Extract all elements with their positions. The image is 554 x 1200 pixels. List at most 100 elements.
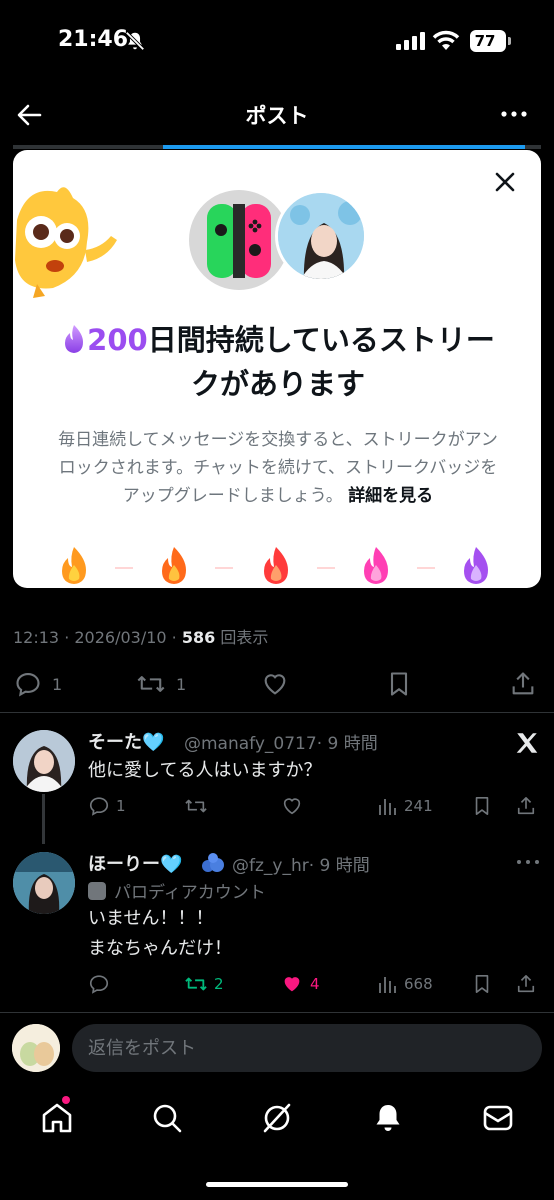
streak-count: 200: [87, 323, 148, 357]
heart-icon: [283, 798, 301, 815]
grok-icon[interactable]: [257, 1098, 297, 1138]
divider: [0, 712, 554, 713]
share-icon: [517, 797, 535, 815]
notifications-bell-icon[interactable]: [368, 1098, 408, 1138]
share-icon: [517, 975, 535, 993]
flame-icon: [364, 547, 388, 584]
mask-icon: [88, 882, 106, 900]
bell-slash-icon: [125, 31, 145, 51]
reply-button[interactable]: 1: [88, 788, 126, 824]
flame-icon: [464, 547, 488, 584]
heart-filled-icon: [284, 977, 300, 992]
reply-button[interactable]: 1: [14, 666, 62, 702]
like-button[interactable]: 4: [280, 966, 320, 1002]
status-time: 21:46: [58, 27, 129, 52]
thread-connector: [42, 794, 45, 844]
repost-count: 2: [214, 975, 224, 993]
flame-divider: [215, 567, 233, 569]
repost-button[interactable]: [184, 788, 208, 824]
flame-icon: [264, 547, 288, 584]
battery-cap: [508, 37, 511, 45]
share-icon: [512, 672, 534, 695]
battery-level: 77: [474, 32, 496, 50]
flame-icon: [65, 325, 84, 353]
streak-headline: 200日間持続しているストリークがあります: [53, 318, 503, 406]
reply-count: 1: [116, 797, 126, 815]
reply-handle: @fz_y_hr: [232, 856, 309, 876]
repost-count: 1: [176, 674, 187, 694]
reply-author-name[interactable]: そーた🩵: [88, 728, 164, 754]
wifi-icon: [432, 30, 460, 50]
share-button[interactable]: [510, 666, 536, 702]
reply-time: · 9 時間: [316, 734, 378, 754]
streak-card-image[interactable]: 200日間持続しているストリークがあります 毎日連続してメッセージを交換すると、…: [13, 150, 541, 588]
avatar[interactable]: [12, 1024, 60, 1072]
status-bar: 21:46 77: [0, 0, 554, 80]
reply-time: · 9 時間: [308, 856, 370, 876]
streak-headline-text: 日間持続しているストリークがあります: [147, 323, 495, 401]
streak-description: 毎日連続してメッセージを交換すると、ストリークがアンロックされます。チャットを続…: [53, 426, 503, 510]
repost-icon: [137, 676, 165, 692]
repost-icon: [185, 977, 207, 991]
like-button[interactable]: [260, 666, 290, 702]
like-count: 4: [310, 975, 320, 993]
bookmark-button[interactable]: [386, 666, 412, 702]
reply-composer: [0, 1018, 554, 1078]
repost-button[interactable]: 2: [184, 966, 224, 1002]
bottom-tab-bar: [0, 1090, 554, 1150]
home-indicator: [206, 1182, 348, 1187]
post-metadata: 12:13 · 2026/03/10 · 586 回表示: [13, 628, 269, 647]
streak-level-flames: [53, 545, 503, 585]
close-icon[interactable]: [493, 170, 517, 194]
detail-link[interactable]: 詳細を見る: [348, 486, 433, 506]
bookmark-icon: [475, 797, 489, 816]
reply-handle: @manafy_0717: [184, 734, 317, 754]
reply-author-handle: @fz_y_hr· 9 時間: [232, 851, 370, 876]
view-label: 回表示: [220, 628, 269, 647]
home-icon[interactable]: [37, 1098, 77, 1138]
avatar-switch-controllers: [189, 190, 289, 290]
search-icon[interactable]: [147, 1098, 187, 1138]
page-title: ポスト: [245, 104, 309, 128]
reply-icon: [89, 975, 109, 994]
reply-text: いません！！！ まなちゃんだけ！: [88, 908, 232, 959]
share-button[interactable]: [516, 788, 536, 824]
views-button[interactable]: 668: [376, 966, 433, 1002]
avatar-user-photo: [275, 190, 367, 282]
share-button[interactable]: [516, 966, 536, 1002]
post-date: 2026/03/10: [74, 628, 167, 647]
bookmark-button[interactable]: [472, 966, 492, 1002]
bookmark-icon: [475, 975, 489, 994]
view-count: 586: [181, 628, 216, 647]
messages-mail-icon[interactable]: [478, 1098, 518, 1138]
bar-chart-icon: [379, 799, 396, 815]
cellular-signal-icon: [396, 32, 425, 50]
flame-divider: [115, 567, 133, 569]
parody-label: パロディアカウント: [88, 878, 266, 903]
view-count: 668: [404, 975, 433, 993]
reply-button[interactable]: [88, 966, 110, 1002]
like-button[interactable]: [280, 788, 304, 824]
battery-indicator: 77: [470, 30, 506, 52]
views-button[interactable]: 241: [376, 788, 433, 824]
more-options-icon[interactable]: [500, 102, 528, 126]
bookmark-button[interactable]: [472, 788, 492, 824]
bar-chart-icon: [379, 977, 396, 993]
reply-text: 他に愛してる人はいますか？: [88, 760, 322, 781]
reply-author-handle: @manafy_0717· 9 時間: [184, 729, 378, 754]
reply-input[interactable]: [72, 1024, 542, 1072]
view-count: 241: [404, 797, 433, 815]
mascot-illustration: [15, 187, 117, 298]
repost-button[interactable]: 1: [136, 666, 186, 702]
flame-divider: [417, 567, 435, 569]
reply-count: 1: [52, 674, 63, 694]
flame-icon: [62, 547, 86, 584]
post-time: 12:13: [13, 628, 60, 647]
avatar[interactable]: [13, 730, 75, 792]
avatar[interactable]: [13, 852, 75, 914]
reply-author-name[interactable]: ほーりー🩵: [88, 850, 182, 876]
flame-icon: [162, 547, 186, 584]
bookmark-icon: [390, 672, 408, 696]
flame-divider: [317, 567, 335, 569]
more-options-icon[interactable]: [516, 856, 540, 868]
